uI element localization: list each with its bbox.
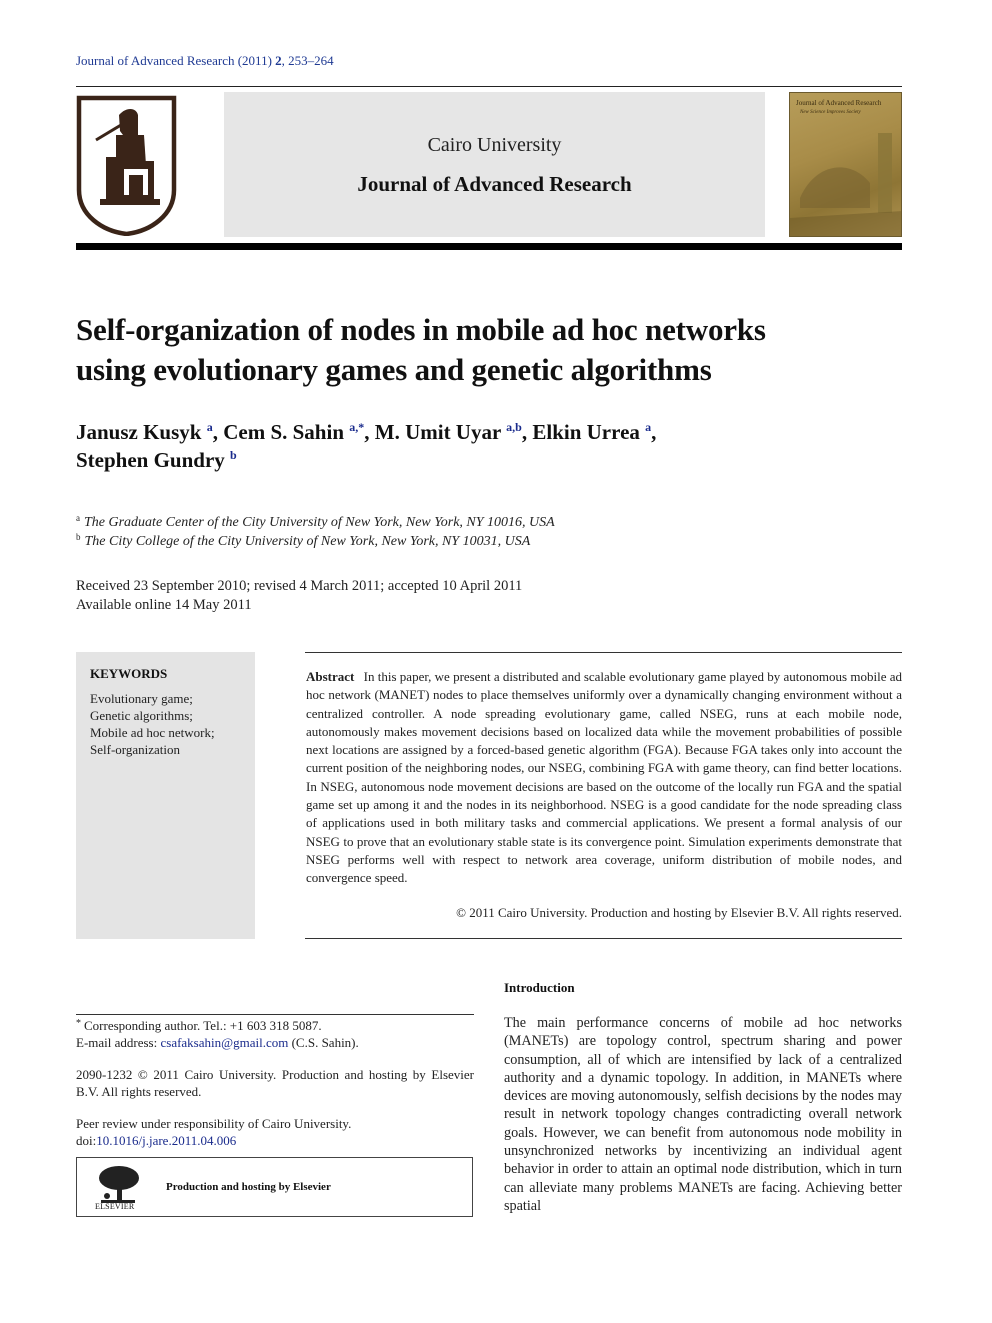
email-label: E-mail address: [76, 1034, 161, 1050]
author-separator: , [521, 420, 533, 444]
elsevier-wordmark: ELSEVIER [95, 1202, 135, 1211]
author: Elkin Urrea a, [532, 420, 656, 444]
elsevier-hosting-text: Production and hosting by Elsevier [166, 1181, 331, 1193]
peer-review-note: Peer review under responsibility of Cair… [76, 1116, 352, 1131]
top-divider [76, 86, 902, 87]
author-separator: , [651, 420, 657, 444]
journal-name: Journal of Advanced Research [357, 172, 632, 196]
abstract-top-divider [305, 652, 902, 653]
abstract-text: In this paper, we present a distributed … [306, 669, 902, 886]
keywords-title: KEYWORDS [90, 666, 168, 681]
abstract-label: Abstract [306, 669, 355, 684]
keyword: Genetic algorithms; [90, 708, 193, 723]
cover-illustration-icon [790, 133, 901, 236]
journal-header-box: Cairo University Journal of Advanced Res… [224, 92, 765, 237]
doi-label: doi: [76, 1132, 97, 1148]
article-title: Self-organization of nodes in mobile ad … [76, 310, 906, 390]
affiliation-link[interactable]: a,* [349, 420, 364, 434]
journal-cover-image: Journal of Advanced Research New Science… [789, 92, 902, 237]
introduction-text: The main performance concerns of mobile … [504, 1015, 902, 1214]
author-list: Janusz Kusyk a, Cem S. Sahin a,*, M. Umi… [76, 418, 906, 474]
corresponding-author-note: * Corresponding author. Tel.: +1 603 318 … [76, 1018, 474, 1035]
author-name: Janusz Kusyk [76, 420, 202, 444]
author-name: Elkin Urrea [532, 420, 640, 444]
footnote-divider [76, 1014, 474, 1015]
email-link[interactable]: csafaksahin@gmail.com [160, 1035, 288, 1050]
title-line-1: Self-organization of nodes in mobile ad … [76, 312, 766, 347]
cairo-university-logo-icon [76, 95, 177, 236]
affiliations: a The Graduate Center of the City Univers… [76, 513, 555, 551]
cover-subtitle: New Science Improves Society [800, 110, 861, 115]
affiliation-mark: a [76, 513, 80, 523]
abstract-bottom-divider [305, 938, 902, 939]
keyword: Evolutionary game; [90, 691, 193, 706]
abstract-copyright: © 2011 Cairo University. Production and … [456, 905, 902, 920]
journal-ref-text: Journal of Advanced Research (2011) [76, 53, 276, 68]
corresponding-text: Corresponding author. Tel.: +1 603 318 5… [84, 1018, 322, 1033]
received-dates: Received 23 September 2010; revised 4 Ma… [76, 578, 523, 594]
affiliation-text: The Graduate Center of the City Universi… [84, 515, 555, 530]
elsevier-box: ELSEVIER Production and hosting by Elsev… [76, 1157, 473, 1217]
online-date: Available online 14 May 2011 [76, 596, 252, 613]
footnotes: * Corresponding author. Tel.: +1 603 318 … [76, 1018, 474, 1149]
header-thick-divider [76, 243, 902, 250]
footnote-star: * [76, 1018, 81, 1029]
author-name: M. Umit Uyar [374, 420, 501, 444]
keyword: Self-organization [90, 742, 181, 757]
cover-title: Journal of Advanced Research [796, 99, 882, 107]
author-name: Stephen Gundry [76, 448, 225, 472]
author: Stephen Gundry b [76, 448, 237, 472]
author: Cem S. Sahin a,*, [223, 420, 375, 444]
keywords-list: Evolutionary game; Genetic algorithms; M… [90, 690, 215, 758]
issn-copyright: 2090-1232 © 2011 Cairo University. Produ… [76, 1067, 474, 1099]
affiliation-link[interactable]: a,b [506, 420, 522, 434]
article-dates: Received 23 September 2010; revised 4 Ma… [76, 577, 522, 614]
doi-line: doi:10.1016/j.jare.2011.04.006 [76, 1133, 474, 1150]
journal-reference: Journal of Advanced Research (2011) 2, 2… [76, 53, 334, 69]
author: M. Umit Uyar a,b, [375, 420, 533, 444]
keywords-box: KEYWORDS Evolutionary game; Genetic algo… [76, 652, 255, 939]
author: Janusz Kusyk a, [76, 420, 223, 444]
doi-link[interactable]: 10.1016/j.jare.2011.04.006 [96, 1133, 236, 1148]
introduction-heading: Introduction [504, 980, 575, 995]
author-name: Cem S. Sahin [223, 420, 344, 444]
title-line-2: using evolutionary games and genetic alg… [76, 352, 712, 387]
affiliation: a The Graduate Center of the City Univers… [76, 513, 555, 532]
email-suffix: (C.S. Sahin). [288, 1034, 359, 1050]
author-separator: , [212, 420, 224, 444]
author-separator: , [364, 420, 375, 444]
affiliation-link[interactable]: b [230, 448, 237, 462]
affiliation-mark: b [76, 532, 81, 542]
journal-pages: , 253–264 [281, 53, 334, 68]
affiliation: b The City College of the City University… [76, 532, 555, 551]
university-name: Cairo University [427, 134, 562, 156]
affiliation-text: The City College of the City University … [84, 534, 531, 549]
abstract: Abstract In this paper, we present a dis… [306, 668, 902, 888]
keyword: Mobile ad hoc network; [90, 725, 215, 740]
email-note: E-mail address: csafaksahin@gmail.com (C… [76, 1035, 474, 1052]
